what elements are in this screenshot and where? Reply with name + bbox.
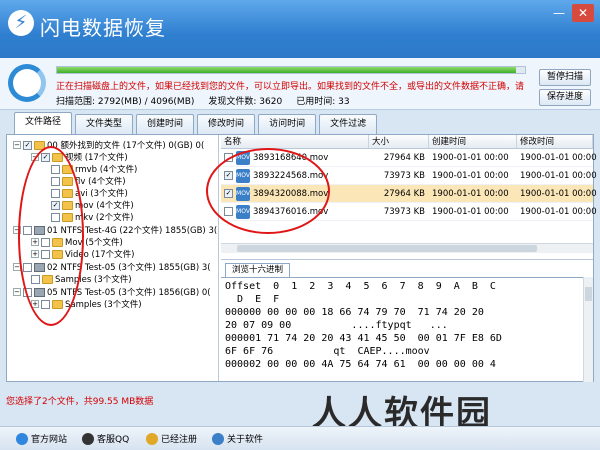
tab-file-type[interactable]: 文件类型 [75,114,134,134]
hex-viewer: 浏览十六进制 Offset 0 1 2 3 4 5 6 7 8 9 A B C … [221,259,593,382]
tree-label: rmvb (4个文件) [75,165,138,175]
hex-line: 6F 6F 76 qt CAEP....moov [225,346,430,357]
official-site-label: 官方网站 [31,435,68,445]
about-link[interactable]: 关于软件 [212,432,263,445]
selection-status: 您选择了2个文件，共99.55 MB数据 [6,397,154,407]
file-modified: 1900-01-01 00:00 [520,170,597,181]
hex-line: D E F [225,294,280,305]
hex-line: 000000 00 00 00 18 66 74 79 70 71 74 20 … [225,307,484,318]
window-controls: — ✕ [548,4,594,22]
tab-hex-view[interactable]: 浏览十六进制 [225,263,291,277]
scan-message: 正在扫描磁盘上的文件，如果已经找到您的文件，可以立即导出。如果找到的文件不全，或… [56,82,525,92]
scrollbar-thumb[interactable] [585,287,592,301]
file-created: 1900-01-01 00:00 [432,170,509,181]
vertical-scrollbar[interactable] [583,277,593,382]
tree-label: Samples (3个文件) [65,300,142,310]
file-size: 73973 KB [383,170,425,181]
save-progress-button[interactable]: 保存进度 [539,89,591,106]
support-qq-label: 客服QQ [97,435,130,445]
file-list-header: 名称 大小 创建时间 修改时间 [221,135,593,149]
scan-panel: 正在扫描磁盘上的文件，如果已经找到您的文件，可以立即导出。如果找到的文件不全，或… [0,58,600,110]
qq-icon [82,432,94,445]
globe-icon [16,432,28,445]
checkbox[interactable]: ✓ [23,140,32,150]
collapse-icon[interactable]: − [13,288,21,296]
column-created[interactable]: 创建时间 [429,135,517,148]
tab-file-path[interactable]: 文件路径 [14,112,73,134]
horizontal-scrollbar[interactable] [221,243,593,253]
title-bar: ⚡ 闪电数据恢复 — ✕ [0,0,600,58]
registered-label: 已经注册 [161,435,198,445]
hex-line: 20 07 09 00 ....ftypqt ... [225,320,448,331]
tree-label: mov (4个文件) [75,201,134,211]
file-size: 27964 KB [383,152,425,163]
registered-link[interactable]: 已经注册 [146,432,197,445]
column-name[interactable]: 名称 [221,135,369,148]
hex-line: Offset 0 1 2 3 4 5 6 7 8 9 A B C [225,281,496,292]
minimize-icon[interactable]: — [548,4,570,22]
scan-spinner-icon [8,64,46,102]
lightning-logo-icon: ⚡ [8,10,34,36]
file-created: 1900-01-01 00:00 [432,206,509,217]
scrollbar-thumb[interactable] [237,245,537,252]
file-created: 1900-01-01 00:00 [432,188,509,199]
annotation-circle [18,146,84,326]
tree-label: avi (3个文件) [75,189,128,199]
support-qq-link[interactable]: 客服QQ [82,432,129,445]
found-count: 发现文件数: 3620 [208,97,283,107]
hex-dump: Offset 0 1 2 3 4 5 6 7 8 9 A B C D E F 00… [221,277,583,382]
file-modified: 1900-01-01 00:00 [520,206,597,217]
progress-fill [57,67,516,73]
tab-created-time[interactable]: 创建时间 [136,114,195,134]
scan-stats: 扫描范围: 2792(MB) / 4096(MB) 发现文件数: 3620 已用… [56,94,350,107]
file-created: 1900-01-01 00:00 [432,152,509,163]
close-icon[interactable]: ✕ [572,4,594,22]
scan-progress-bar [56,66,526,74]
collapse-icon[interactable]: − [13,141,21,149]
pause-scan-button[interactable]: 暂停扫描 [539,69,591,86]
column-modified[interactable]: 修改时间 [517,135,593,148]
scan-range: 扫描范围: 2792(MB) / 4096(MB) [56,97,195,107]
annotation-circle [206,148,330,234]
file-size: 73973 KB [383,206,425,217]
view-tabs: 文件路径 文件类型 创建时间 修改时间 访问时间 文件过滤 [14,112,378,134]
hex-line: 000001 71 74 20 20 43 41 45 50 00 01 7F … [225,333,502,344]
hex-line: 000002 00 00 00 4A 75 64 74 61 00 00 00 … [225,359,496,370]
app-title: 闪电数据恢复 [40,16,166,40]
official-site-link[interactable]: 官方网站 [16,432,67,445]
tree-label: 00 额外找到的文件 (17个文件) 0(GB) 0( [47,141,205,151]
tree-label: 视频 (17个文件) [65,153,128,163]
file-modified: 1900-01-01 00:00 [520,188,597,199]
about-label: 关于软件 [227,435,264,445]
tree-label: mkv (2个文件) [75,213,134,223]
tab-accessed-time[interactable]: 访问时间 [258,114,317,134]
column-size[interactable]: 大小 [369,135,429,148]
info-icon [212,432,224,445]
bottom-bar: 官方网站 客服QQ 已经注册 关于软件 [0,426,600,450]
file-size: 27964 KB [383,188,425,199]
tree-label: flv (4个文件) [75,177,126,187]
elapsed-time: 已用时间: 33 [296,97,350,107]
tab-modified-time[interactable]: 修改时间 [197,114,256,134]
key-icon [146,432,158,445]
tab-file-filter[interactable]: 文件过滤 [319,114,378,134]
file-modified: 1900-01-01 00:00 [520,152,597,163]
